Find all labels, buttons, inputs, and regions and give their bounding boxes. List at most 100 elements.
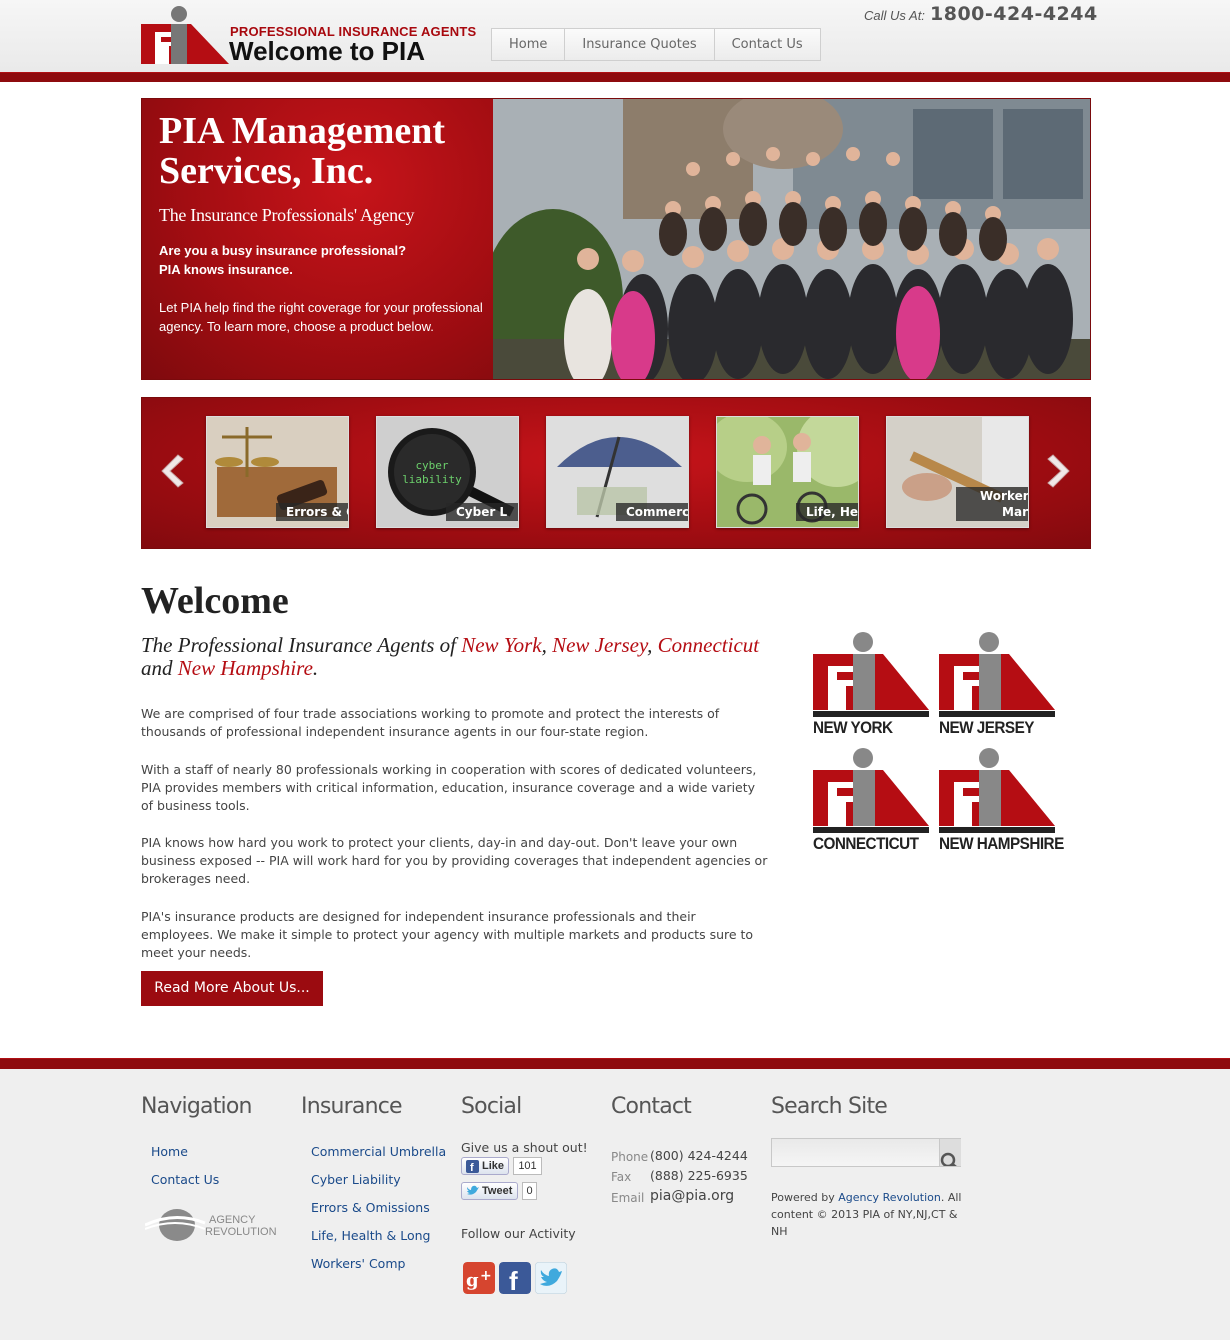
svg-text:g: g — [466, 1270, 479, 1291]
liability-text: liability — [402, 473, 462, 486]
state-logo-label: CONNECTICUT — [813, 834, 919, 853]
header-red-bar — [0, 72, 1230, 82]
state-link-new-jersey[interactable]: New Jersey — [552, 633, 647, 657]
hero-tagline: The Insurance Professionals' Agency — [159, 205, 415, 225]
carousel-item-label: Commercia — [616, 503, 688, 521]
carousel-next-arrow-icon[interactable] — [1045, 452, 1075, 490]
footer-red-bar — [0, 1058, 1230, 1069]
tweet-count: 0 — [522, 1182, 537, 1200]
contact-email-value[interactable]: pia@pia.org — [650, 1188, 734, 1204]
welcome-subtitle-and: and — [141, 656, 178, 680]
footer-heading-search: Search Site — [771, 1094, 888, 1119]
twitter-bird-icon — [467, 1185, 479, 1195]
state-link-new-york[interactable]: New York — [461, 633, 541, 657]
search-button[interactable] — [939, 1139, 961, 1170]
nav-home[interactable]: Home — [492, 29, 566, 60]
group-photo-image — [493, 99, 1090, 379]
state-link-new-hampshire[interactable]: New Hampshire — [178, 656, 313, 680]
pia-logo-icon — [813, 748, 929, 833]
footer-link-workers-comp[interactable]: Workers' Comp — [311, 1256, 405, 1271]
pia-logo-icon — [141, 6, 229, 64]
search-box — [771, 1138, 961, 1170]
pia-logo-icon — [939, 748, 1055, 833]
facebook-like-count: 101 — [513, 1157, 542, 1175]
call-us-phone: 1800-424-4244 — [930, 3, 1098, 25]
powered-by-text: Powered by Agency Revolution. All conten… — [771, 1189, 966, 1240]
read-more-button[interactable]: Read More About Us... — [141, 971, 323, 1006]
footer-link-commercial-umbrella[interactable]: Commercial Umbrella — [311, 1144, 446, 1159]
footer-heading-contact: Contact — [611, 1094, 692, 1119]
carousel-item-label: Workers Mar — [956, 487, 1028, 521]
svg-text:f: f — [470, 1162, 474, 1173]
welcome-paragraph: With a staff of nearly 80 professionals … — [141, 762, 757, 813]
footer-heading-navigation: Navigation — [141, 1094, 252, 1119]
footer-heading-insurance: Insurance — [301, 1094, 403, 1119]
google-plus-icon[interactable]: g + — [463, 1262, 495, 1294]
welcome-paragraph: We are comprised of four trade associati… — [141, 706, 720, 739]
logo-title: Welcome to PIA — [229, 36, 426, 66]
welcome-subtitle-prefix: The Professional Insurance Agents of — [141, 633, 462, 657]
call-us: Call Us At: 1800-424-4244 — [864, 3, 1098, 25]
agency-revolution-link[interactable]: Agency Revolution — [838, 1191, 941, 1204]
footer-link-cyber-liability[interactable]: Cyber Liability — [311, 1172, 401, 1187]
hero-question-line1: Are you a busy insurance professional? — [159, 243, 407, 258]
state-logo-label: NEW JERSEY — [939, 718, 1034, 737]
hero-body: Let PIA help find the right coverage for… — [159, 300, 483, 334]
hero-question-line2: PIA knows insurance. — [159, 262, 293, 277]
search-icon — [940, 1152, 958, 1170]
agency-logo-text-2: REVOLUTION — [205, 1226, 277, 1238]
welcome-subtitle: The Professional Insurance Agents of New… — [141, 633, 760, 680]
footer-heading-social: Social — [461, 1094, 522, 1119]
carousel-item-workers-comp[interactable]: Workers Mar — [886, 416, 1029, 528]
tweet-label: Tweet — [482, 1185, 513, 1197]
agency-revolution-logo[interactable]: AGENCY REVOLUTION — [144, 1207, 290, 1245]
main-nav: Home Insurance Quotes Contact Us — [491, 28, 821, 61]
product-carousel: Errors & O cyber liability Cyber L Comme… — [141, 397, 1091, 549]
facebook-like-button[interactable]: f Like — [461, 1157, 509, 1175]
contact-fax-label: Fax — [611, 1170, 632, 1184]
twitter-icon[interactable] — [535, 1262, 567, 1294]
footer-link-life-health[interactable]: Life, Health & Long — [311, 1228, 430, 1243]
hero-title: PIA Management Services, Inc. — [159, 110, 446, 192]
facebook-like-label: Like — [482, 1160, 505, 1172]
nav-insurance-quotes[interactable]: Insurance Quotes — [565, 29, 715, 60]
footer-link-contact-us[interactable]: Contact Us — [151, 1172, 219, 1187]
state-logo-new-york[interactable]: NEW YORK — [813, 632, 931, 742]
contact-phone-label: Phone — [611, 1150, 649, 1164]
welcome-paragraph: PIA knows how hard you work to protect y… — [141, 835, 768, 886]
site-logo[interactable]: PROFESSIONAL INSURANCE AGENTS Welcome to… — [141, 6, 476, 66]
state-logo-new-hampshire[interactable]: NEW HAMPSHIRE — [939, 748, 1064, 858]
agency-logo-text-1: AGENCY — [209, 1214, 256, 1226]
contact-fax-value: (888) 225-6935 — [650, 1168, 748, 1183]
state-logo-connecticut[interactable]: CONNECTICUT — [813, 748, 931, 858]
state-logo-label: NEW YORK — [813, 718, 893, 737]
carousel-item-commercial-umbrella[interactable]: Commercia — [546, 416, 689, 528]
nav-contact-us[interactable]: Contact Us — [715, 29, 820, 60]
search-input[interactable] — [774, 1141, 938, 1164]
hero-banner: PIA Management Services, Inc. The Insura… — [141, 98, 1091, 380]
carousel-prev-arrow-icon[interactable] — [156, 452, 186, 490]
carousel-item-errors-omissions[interactable]: Errors & O — [206, 416, 349, 528]
footer-link-home[interactable]: Home — [151, 1144, 188, 1159]
facebook-icon[interactable]: f — [499, 1262, 531, 1294]
contact-email-label: Email — [611, 1191, 645, 1205]
footer-link-errors-omissions[interactable]: Errors & Omissions — [311, 1200, 430, 1215]
carousel-item-label: Cyber L — [446, 503, 518, 521]
carousel-item-label-line2: Mar — [1002, 505, 1028, 519]
welcome-title: Welcome — [141, 580, 289, 622]
facebook-icon: f — [466, 1160, 479, 1173]
svg-text:f: f — [509, 1266, 518, 1294]
carousel-item-life-health[interactable]: Life, Heal — [716, 416, 859, 528]
tweet-button[interactable]: Tweet — [461, 1182, 518, 1200]
pia-logo-icon — [939, 632, 1055, 717]
social-shout-text: Give us a shout out! — [461, 1140, 588, 1155]
cyber-text: cyber — [415, 459, 448, 472]
state-logo-new-jersey[interactable]: NEW JERSEY — [939, 632, 1057, 742]
carousel-item-label: Errors & O — [276, 503, 348, 521]
agency-revolution-icon: AGENCY REVOLUTION — [144, 1209, 277, 1241]
carousel-item-label: Life, Heal — [796, 503, 858, 521]
carousel-item-cyber-liability[interactable]: cyber liability Cyber L — [376, 416, 519, 528]
state-link-connecticut[interactable]: Connecticut — [658, 633, 759, 657]
carousel-item-label-line1: Workers — [980, 489, 1028, 503]
welcome-paragraph: PIA's insurance products are designed fo… — [141, 909, 754, 960]
